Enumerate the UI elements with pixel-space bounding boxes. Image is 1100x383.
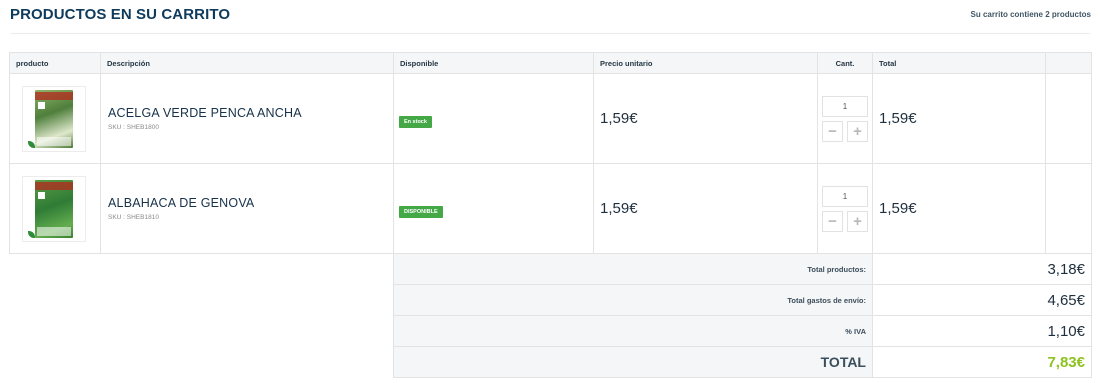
increase-quantity-button[interactable]: +	[847, 120, 868, 142]
row-actions-cell	[1045, 163, 1092, 254]
increase-quantity-button[interactable]: +	[847, 210, 868, 232]
column-header-product: producto	[9, 52, 101, 74]
totals-row-shipping: Total gastos de envío: 4,65€	[393, 284, 1092, 316]
divider	[10, 33, 1090, 34]
unit-price: 1,59€	[600, 199, 638, 217]
column-header-availability: Disponible	[393, 52, 594, 74]
availability-badge: En stock	[399, 115, 432, 128]
product-name[interactable]: ACELGA VERDE PENCA ANCHA	[108, 106, 393, 120]
leaf-icon	[28, 230, 35, 238]
product-description-cell: ACELGA VERDE PENCA ANCHA SKU : SHEB1800	[100, 73, 394, 164]
column-header-quantity: Cant.	[817, 52, 873, 74]
unit-price: 1,59€	[600, 109, 638, 127]
cart-count: Su carrito contiene 2 productos	[970, 10, 1091, 19]
row-total: 1,59€	[879, 109, 917, 127]
availability-cell: En stock	[393, 73, 594, 164]
cart-table: producto Descripción Disponible Precio u…	[9, 52, 1092, 254]
column-header-total: Total	[872, 52, 1046, 74]
shipping-value: 4,65€	[872, 284, 1092, 316]
table-row: ACELGA VERDE PENCA ANCHA SKU : SHEB1800 …	[9, 73, 1092, 164]
decrease-quantity-button[interactable]: −	[822, 210, 843, 232]
product-sku: SKU : SHEB1800	[108, 124, 159, 131]
quantity-cell: 1 − +	[817, 163, 873, 254]
unit-price-cell: 1,59€	[593, 163, 818, 254]
availability-cell: DISPONIBLE	[393, 163, 594, 254]
product-sku: SKU : SHEB1810	[108, 214, 159, 221]
total-products-label: Total productos:	[393, 253, 873, 285]
vat-value: 1,10€	[872, 315, 1092, 347]
shipping-label: Total gastos de envío:	[393, 284, 873, 316]
totals-row-products: Total productos: 3,18€	[393, 253, 1092, 285]
quantity-input[interactable]: 1	[822, 185, 868, 207]
unit-price-cell: 1,59€	[593, 73, 818, 164]
column-header-description: Descripción	[100, 52, 394, 74]
total-products-value: 3,18€	[872, 253, 1092, 285]
quantity-stepper: 1 − +	[822, 185, 868, 232]
row-actions-cell	[1045, 73, 1092, 164]
seed-packet-image	[35, 179, 73, 238]
column-header-unit-price: Precio unitario	[593, 52, 818, 74]
grand-total-value: 7,83€	[872, 346, 1092, 378]
availability-badge: DISPONIBLE	[399, 205, 443, 218]
row-total: 1,59€	[879, 199, 917, 217]
decrease-quantity-button[interactable]: −	[822, 120, 843, 142]
product-image[interactable]	[22, 175, 86, 242]
column-header-actions	[1045, 52, 1092, 74]
cart-totals: Total productos: 3,18€ Total gastos de e…	[393, 253, 1092, 378]
product-image[interactable]	[22, 85, 86, 152]
product-image-cell	[9, 73, 101, 164]
totals-row-vat: % IVA 1,10€	[393, 315, 1092, 347]
seed-packet-image	[35, 89, 73, 148]
product-description-cell: ALBAHACA DE GENOVA SKU : SHEB1810	[100, 163, 394, 254]
totals-row-grand-total: TOTAL 7,83€	[393, 346, 1092, 378]
table-row: ALBAHACA DE GENOVA SKU : SHEB1810 DISPON…	[9, 163, 1092, 254]
leaf-icon	[28, 140, 35, 148]
table-header-row: producto Descripción Disponible Precio u…	[9, 52, 1092, 74]
quantity-cell: 1 − +	[817, 73, 873, 164]
quantity-input[interactable]: 1	[822, 95, 868, 117]
grand-total-label: TOTAL	[393, 346, 873, 378]
row-total-cell: 1,59€	[872, 73, 1046, 164]
page-title: PRODUCTOS EN SU CARRITO	[10, 6, 231, 23]
quantity-stepper: 1 − +	[822, 95, 868, 142]
product-name[interactable]: ALBAHACA DE GENOVA	[108, 196, 393, 210]
product-image-cell	[9, 163, 101, 254]
vat-label: % IVA	[393, 315, 873, 347]
row-total-cell: 1,59€	[872, 163, 1046, 254]
